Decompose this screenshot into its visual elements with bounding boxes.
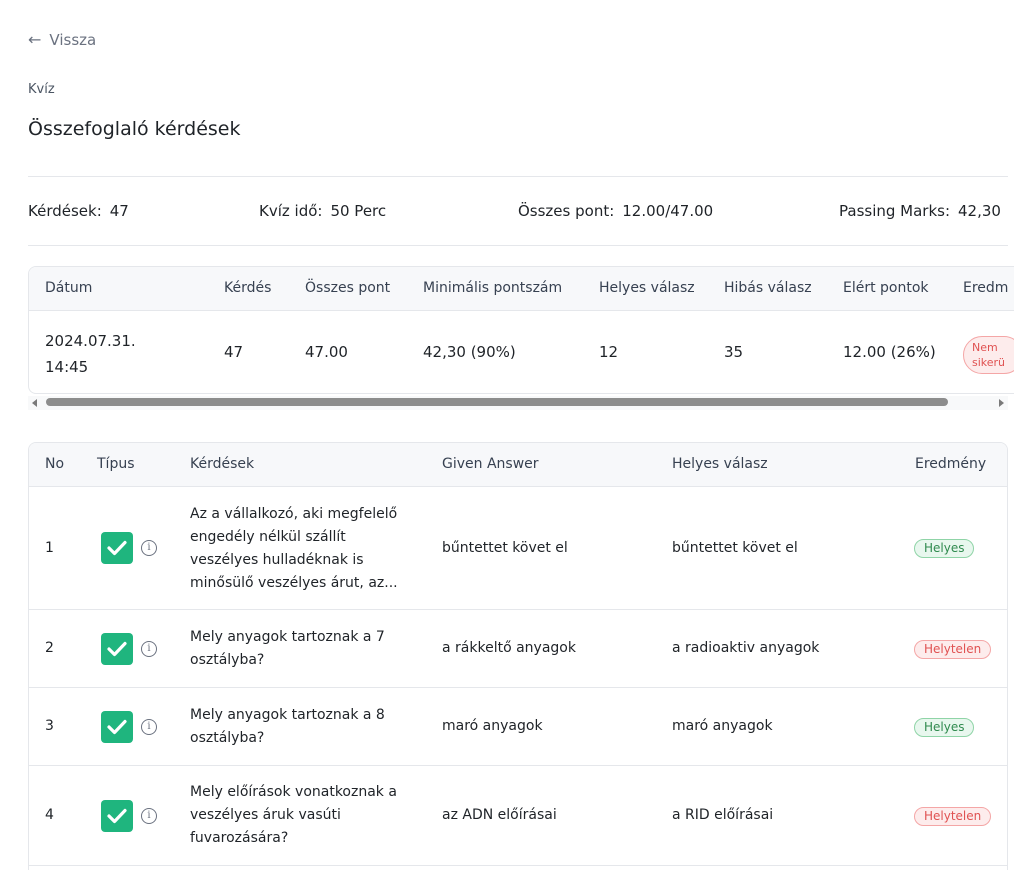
result-badge: Helytelen (914, 640, 992, 659)
summary-earned: 12.00 (26%) (843, 343, 936, 361)
stat-time: Kvíz idő: 50 Perc (259, 202, 386, 220)
table-row: 3 i Mely anyagok tartoznak a 8 osztályba… (29, 688, 1007, 766)
col-min-score: Minimális pontszám (423, 280, 563, 296)
result-badge: Helytelen (914, 807, 992, 826)
row-number: 3 (45, 718, 54, 734)
stat-questions: Kérdések: 47 (28, 202, 129, 220)
col-correct-answer: Helyes válasz (672, 456, 768, 472)
scroll-right-icon[interactable] (999, 399, 1004, 407)
stat-passing: Passing Marks: 42,30 (839, 202, 1001, 220)
stat-total-value: 12.00/47.00 (622, 202, 714, 220)
stat-passing-value: 42,30 (958, 202, 1001, 220)
given-answer: az ADN előírásai (442, 807, 557, 823)
checkbox-checked-icon (101, 800, 133, 832)
stat-time-value: 50 Perc (330, 202, 387, 220)
stat-total: Összes pont: 12.00/47.00 (518, 202, 713, 220)
question-text: Mely anyagok tartoznak a 7 osztályba? (190, 629, 385, 668)
summary-table: Dátum Kérdés Összes pont Minimális ponts… (28, 266, 1014, 394)
summary-header: Dátum Kérdés Összes pont Minimális ponts… (29, 267, 1014, 311)
divider (28, 245, 1008, 246)
checkbox-checked-icon (101, 711, 133, 743)
info-icon[interactable]: i (141, 719, 157, 735)
table-row: 1 i Az a vállalkozó, aki megfelelő enged… (29, 487, 1007, 610)
table-row: 2 i Mely anyagok tartoznak a 7 osztályba… (29, 610, 1007, 688)
summary-correct: 12 (599, 343, 619, 361)
col-result: Eredm (963, 280, 1009, 296)
col-earned: Elért pontok (843, 280, 929, 296)
arrow-left-icon: ← (28, 30, 42, 49)
result-badge: Helyes (914, 718, 975, 737)
stat-total-label: Összes pont: (518, 202, 615, 220)
info-icon[interactable]: i (141, 808, 157, 824)
row-number: 4 (45, 807, 54, 823)
back-link[interactable]: ← Vissza (28, 31, 96, 49)
correct-answer: a radioaktiv anyagok (672, 640, 820, 656)
stat-passing-label: Passing Marks: (839, 202, 951, 220)
question-text: Az a vállalkozó, aki megfelelő engedély … (190, 506, 398, 591)
correct-answer: a RID előírásai (672, 807, 774, 823)
col-result: Eredmény (915, 456, 987, 472)
back-label: Vissza (49, 31, 97, 49)
col-question: Kérdések (190, 456, 255, 472)
correct-answer: maró anyagok (672, 718, 773, 734)
question-text: Mely előírások vonatkoznak a veszélyes á… (190, 784, 397, 846)
status-badge-failed: Nem sikerü (963, 336, 1014, 374)
result-badge: Helyes (914, 539, 975, 558)
summary-min-score: 42,30 (90%) (423, 343, 516, 361)
col-total: Összes pont (305, 280, 391, 296)
questions-header: No Típus Kérdések Given Answer Helyes vá… (29, 443, 1007, 487)
stat-time-label: Kvíz idő: (259, 202, 323, 220)
col-correct: Helyes válasz (599, 280, 695, 296)
scrollbar-thumb[interactable] (46, 398, 948, 406)
questions-table: No Típus Kérdések Given Answer Helyes vá… (28, 442, 1008, 870)
page-title: Összefoglaló kérdések (28, 118, 241, 140)
page-kicker: Kvíz (28, 82, 55, 97)
info-icon[interactable]: i (141, 540, 157, 556)
quiz-stats: Kérdések: 47 Kvíz idő: 50 Perc Összes po… (28, 202, 1014, 224)
table-row: 4 i Mely előírások vonatkoznak a veszély… (29, 766, 1007, 866)
info-icon[interactable]: i (141, 641, 157, 657)
correct-answer: bűntettet követ el (672, 540, 798, 556)
stat-questions-label: Kérdések: (28, 202, 102, 220)
summary-date: 2024.07.31. 14:45 (45, 332, 136, 376)
given-answer: bűntettet követ el (442, 540, 568, 556)
checkbox-checked-icon (101, 633, 133, 665)
given-answer: a rákkeltő anyagok (442, 640, 576, 656)
col-date: Dátum (45, 280, 93, 296)
col-wrong: Hibás válasz (724, 280, 812, 296)
given-answer: maró anyagok (442, 718, 543, 734)
col-given-answer: Given Answer (442, 456, 539, 472)
summary-questions: 47 (224, 343, 244, 361)
question-text: Mely anyagok tartoznak a 8 osztályba? (190, 707, 385, 746)
col-type: Típus (97, 456, 135, 472)
divider (28, 176, 1008, 177)
summary-wrong: 35 (724, 343, 744, 361)
row-number: 1 (45, 540, 54, 556)
col-questions: Kérdés (224, 280, 272, 296)
scroll-left-icon[interactable] (32, 399, 37, 407)
stat-questions-value: 47 (109, 202, 129, 220)
checkbox-checked-icon (101, 532, 133, 564)
col-no: No (45, 456, 65, 472)
row-number: 2 (45, 640, 54, 656)
summary-row: 2024.07.31. 14:45 47 47.00 42,30 (90%) 1… (29, 311, 1014, 393)
summary-total: 47.00 (305, 343, 348, 361)
horizontal-scrollbar[interactable] (28, 396, 1008, 410)
